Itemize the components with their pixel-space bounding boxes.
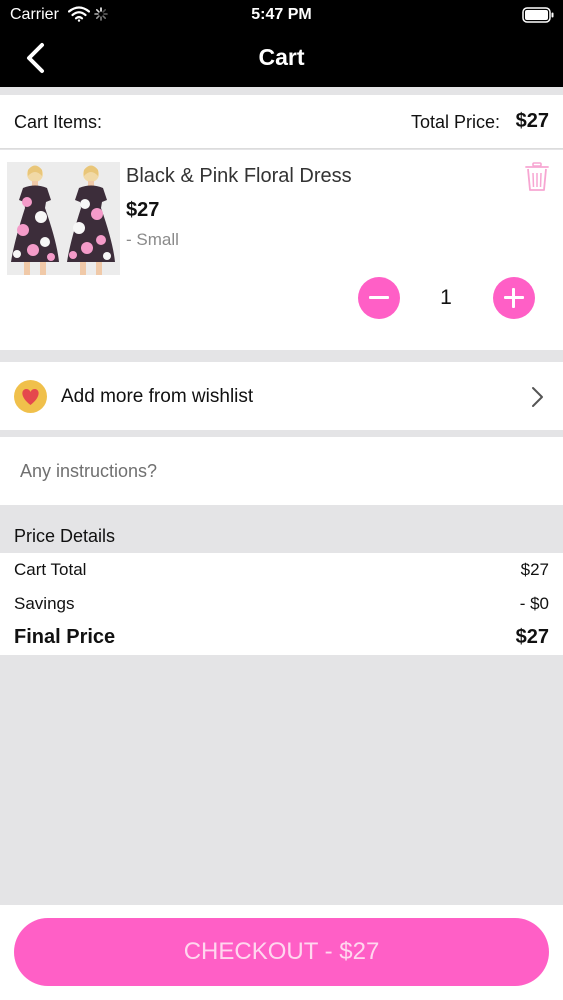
checkout-footer: CHECKOUT - $27 [0, 905, 563, 1000]
wishlist-label: Add more from wishlist [61, 386, 254, 407]
back-button[interactable] [16, 40, 56, 76]
price-details: Cart Total $27 Savings - $0 Final Price … [0, 553, 563, 655]
product-size: - Small [126, 230, 179, 249]
cart-summary-header: Cart Items: Total Price: $27 [0, 95, 563, 149]
savings-value: - $0 [519, 594, 549, 613]
increase-quantity-button[interactable] [493, 277, 535, 319]
total-price-value: $27 [515, 110, 549, 132]
final-price-row: Final Price $27 [0, 623, 563, 653]
dress-photo-icon [7, 162, 120, 275]
savings-row: Savings - $0 [0, 589, 563, 619]
heart-icon [14, 380, 47, 413]
add-from-wishlist-row[interactable]: Add more from wishlist [0, 362, 563, 430]
price-details-title: Price Details [14, 526, 116, 546]
cart-total-value: $27 [520, 560, 549, 579]
decrease-quantity-button[interactable] [358, 277, 400, 319]
navigation-bar: Cart [0, 30, 563, 87]
final-price-value: $27 [515, 626, 549, 648]
status-bar: Carrier 5:47 PM [0, 0, 563, 30]
total-price-label: Total Price: [410, 112, 500, 132]
status-time: 5:47 PM [251, 6, 312, 23]
checkout-button[interactable]: CHECKOUT - $27 [14, 918, 549, 986]
remove-item-button[interactable] [524, 162, 550, 192]
page-title: Cart [258, 44, 305, 70]
chevron-right-icon [532, 387, 543, 407]
savings-label: Savings [14, 594, 75, 613]
product-price: $27 [126, 199, 160, 221]
cart-item: Black & Pink Floral Dress $27 - Small 1 [0, 150, 563, 350]
minus-icon [369, 296, 389, 299]
cart-total-row: Cart Total $27 [0, 555, 563, 585]
trash-icon [525, 162, 549, 191]
product-image[interactable] [7, 162, 120, 275]
battery-icon [522, 7, 554, 23]
cart-total-label: Cart Total [14, 560, 87, 579]
quantity-value: 1 [440, 286, 452, 309]
instructions-input[interactable] [0, 437, 563, 505]
cart-items-label: Cart Items: [14, 112, 103, 132]
chevron-left-icon [27, 43, 44, 73]
final-price-label: Final Price [14, 626, 116, 648]
product-name[interactable]: Black & Pink Floral Dress [126, 165, 352, 188]
